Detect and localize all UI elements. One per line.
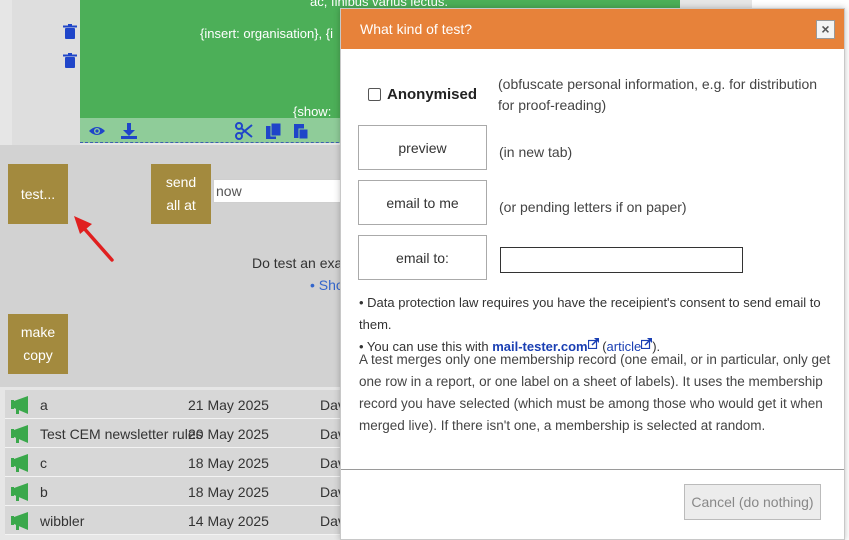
list-item[interactable]: wibbler 14 May 2025 Dav <box>5 506 345 535</box>
download-icon[interactable] <box>120 122 138 140</box>
eye-icon[interactable] <box>88 122 106 140</box>
item-name: c <box>40 455 47 471</box>
email-to-me-description: (or pending letters if on paper) <box>499 199 687 215</box>
external-link-icon <box>587 338 599 349</box>
scissors-icon[interactable] <box>235 122 253 140</box>
item-date: 21 May 2025 <box>188 397 269 413</box>
item-date: 20 May 2025 <box>188 426 269 442</box>
dialog-divider <box>341 469 844 470</box>
anonymised-description: (obfuscate personal information, e.g. fo… <box>498 76 818 113</box>
email-to-me-button[interactable]: email to me <box>358 180 487 225</box>
copy-icon[interactable] <box>265 122 283 140</box>
megaphone-icon <box>11 512 28 530</box>
item-date: 14 May 2025 <box>188 513 269 529</box>
preview-button[interactable]: preview <box>358 125 487 170</box>
dialog-header: What kind of test? × <box>341 9 844 49</box>
close-button[interactable]: × <box>816 20 835 39</box>
megaphone-icon <box>11 483 28 501</box>
paste-icon[interactable] <box>292 122 310 140</box>
anonymised-checkbox[interactable] <box>368 88 381 101</box>
side-tool-panel <box>12 0 80 145</box>
annotation-arrow-icon <box>74 216 114 262</box>
email-address-input[interactable] <box>500 247 743 273</box>
list-item[interactable]: c 18 May 2025 Dav <box>5 448 345 477</box>
item-date: 18 May 2025 <box>188 484 269 500</box>
list-item[interactable]: b 18 May 2025 Dav <box>5 477 345 506</box>
trash-icon[interactable] <box>63 53 77 68</box>
list-item[interactable]: a 21 May 2025 Dav <box>5 390 345 419</box>
send-time-input[interactable]: now <box>213 179 343 203</box>
preview-text: {show: <box>293 104 332 119</box>
megaphone-icon <box>11 454 28 472</box>
test-explanation: A test merges only one membership record… <box>359 352 831 433</box>
show-link[interactable]: • Sho <box>310 277 344 293</box>
mailing-list: a 21 May 2025 Dav Test CEM newsletter ru… <box>5 390 345 535</box>
anonymised-label[interactable]: Anonymised <box>387 86 477 103</box>
email-to-button[interactable]: email to: <box>358 235 487 280</box>
trash-icon[interactable] <box>63 24 77 39</box>
preview-text: {insert: organisation}, {i <box>200 26 333 41</box>
megaphone-icon <box>11 396 28 414</box>
item-date: 18 May 2025 <box>188 455 269 471</box>
item-name: a <box>40 397 48 413</box>
consent-note: • Data protection law requires you have … <box>359 295 821 332</box>
make-copy-button[interactable]: make copy <box>8 314 68 374</box>
megaphone-icon <box>11 425 28 443</box>
cancel-button[interactable]: Cancel (do nothing) <box>684 484 821 520</box>
test-button[interactable]: test... <box>8 164 68 224</box>
external-link-icon <box>641 338 653 349</box>
item-name: wibbler <box>40 513 85 529</box>
send-all-button[interactable]: send all at <box>151 164 211 224</box>
preview-description: (in new tab) <box>499 144 573 160</box>
item-name: b <box>40 484 48 500</box>
test-type-dialog: What kind of test? × Anonymised (obfusca… <box>340 8 845 540</box>
dialog-title: What kind of test? <box>360 21 473 37</box>
list-item[interactable]: Test CEM newsletter rules 20 May 2025 Da… <box>5 419 345 448</box>
item-name: Test CEM newsletter rules <box>40 426 203 442</box>
